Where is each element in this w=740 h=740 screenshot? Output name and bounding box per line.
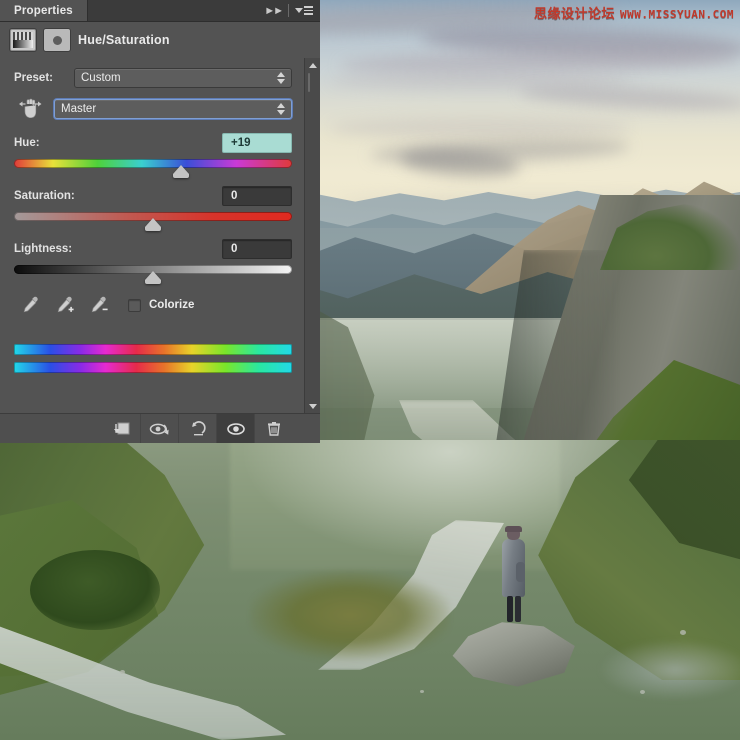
tab-bar-filler	[88, 0, 264, 21]
figure-leg	[507, 596, 513, 622]
channel-value: Master	[61, 103, 96, 115]
figure-arm	[516, 562, 525, 582]
preset-row: Preset: Custom	[14, 68, 292, 88]
saturation-label: Saturation:	[14, 190, 75, 202]
watermark: 思缘设计论坛 WWW.MISSYUAN.COM	[534, 3, 734, 22]
properties-panel: Properties ►► Hue/Saturation Preset:	[0, 0, 320, 443]
cloud	[330, 118, 630, 138]
preset-select[interactable]: Custom	[74, 68, 292, 88]
reset-icon[interactable]	[178, 414, 216, 443]
hue-range-bar-source[interactable]	[14, 344, 292, 355]
preview-toggle-icon[interactable]	[140, 414, 178, 443]
scroll-up-arrow-icon[interactable]	[305, 58, 320, 72]
channel-select[interactable]: Master	[54, 99, 292, 119]
layer-mask-thumbnail-icon[interactable]	[44, 29, 70, 51]
watermark-en: WWW.MISSYUAN.COM	[620, 8, 734, 21]
scrollbar-thumb[interactable]	[308, 73, 310, 92]
figure-hat	[505, 526, 522, 532]
saturation-slider-thumb[interactable]	[145, 218, 161, 227]
screenshot-root: 思缘设计论坛 WWW.MISSYUAN.COM Properties ►► Hue…	[0, 0, 740, 740]
channel-row: Master	[14, 97, 292, 121]
hue-value-field[interactable]: +19	[222, 133, 292, 153]
mossy-bank	[250, 570, 450, 660]
tab-divider	[288, 4, 289, 17]
rock-speck	[420, 690, 424, 693]
colorize-checkbox[interactable]	[128, 299, 141, 312]
hue-slider-track[interactable]	[14, 159, 292, 168]
panel-scrollbar[interactable]	[304, 58, 320, 413]
double-chevron-right-icon[interactable]: ►►	[264, 5, 282, 17]
clip-to-layer-icon[interactable]	[102, 414, 140, 443]
watermark-cn: 思缘设计论坛	[534, 6, 615, 21]
figure-leg	[515, 596, 521, 622]
lightness-slider-track[interactable]	[14, 265, 292, 274]
saturation-slider-block: Saturation: 0	[14, 186, 292, 221]
rock-speck	[640, 690, 645, 694]
chevron-updown-icon	[277, 103, 285, 115]
bush	[30, 550, 160, 630]
preset-label: Preset:	[14, 72, 74, 84]
saturation-slider-track[interactable]	[14, 212, 292, 221]
adjustment-title: Hue/Saturation	[78, 33, 170, 47]
scrollbar-track[interactable]	[305, 72, 320, 399]
hue-slider-head: Hue: +19	[14, 133, 292, 153]
lightness-slider-block: Lightness: 0	[14, 239, 292, 274]
rock-speck	[120, 670, 125, 674]
panel-body: Preset: Custom	[0, 58, 320, 413]
scroll-down-arrow-icon[interactable]	[305, 399, 320, 413]
panel-tab-bar: Properties ►►	[0, 0, 320, 22]
eyedropper-row: Colorize	[14, 292, 292, 318]
tab-properties[interactable]: Properties	[0, 0, 88, 21]
eyedropper-subtract-icon[interactable]	[82, 292, 116, 318]
lightness-slider-thumb[interactable]	[145, 271, 161, 280]
chevron-updown-icon	[277, 72, 285, 84]
panel-bottom-toolbar	[0, 413, 320, 443]
panel-tab-icons: ►►	[264, 0, 320, 21]
hue-slider-thumb[interactable]	[173, 165, 189, 174]
tab-properties-label: Properties	[14, 5, 73, 17]
standing-rock	[450, 618, 580, 688]
visibility-eye-icon[interactable]	[216, 414, 254, 443]
preset-value: Custom	[81, 72, 121, 84]
hue-range-bars	[14, 344, 292, 373]
hue-range-bar-result[interactable]	[14, 362, 292, 373]
colorize-label: Colorize	[149, 299, 194, 311]
saturation-slider-head: Saturation: 0	[14, 186, 292, 206]
panel-content: Preset: Custom	[0, 58, 304, 413]
foreground-valley	[0, 440, 740, 740]
standing-man-figure	[496, 528, 530, 624]
puddle	[600, 640, 740, 700]
trash-icon[interactable]	[254, 414, 292, 443]
hue-label: Hue:	[14, 137, 40, 149]
saturation-value-field[interactable]: 0	[222, 186, 292, 206]
lightness-label: Lightness:	[14, 243, 72, 255]
rock-speck	[680, 630, 686, 635]
panel-menu-icon[interactable]	[295, 6, 313, 15]
eyedropper-add-icon[interactable]	[48, 292, 82, 318]
lightness-slider-head: Lightness: 0	[14, 239, 292, 259]
hue-slider-block: Hue: +19	[14, 133, 292, 168]
adjustment-layer-thumbnail-icon[interactable]	[10, 29, 36, 51]
adjustment-header: Hue/Saturation	[0, 22, 320, 58]
lightness-value-field[interactable]: 0	[222, 239, 292, 259]
eyedropper-icon[interactable]	[14, 292, 48, 318]
on-image-adjustment-hand-icon[interactable]	[14, 97, 46, 121]
